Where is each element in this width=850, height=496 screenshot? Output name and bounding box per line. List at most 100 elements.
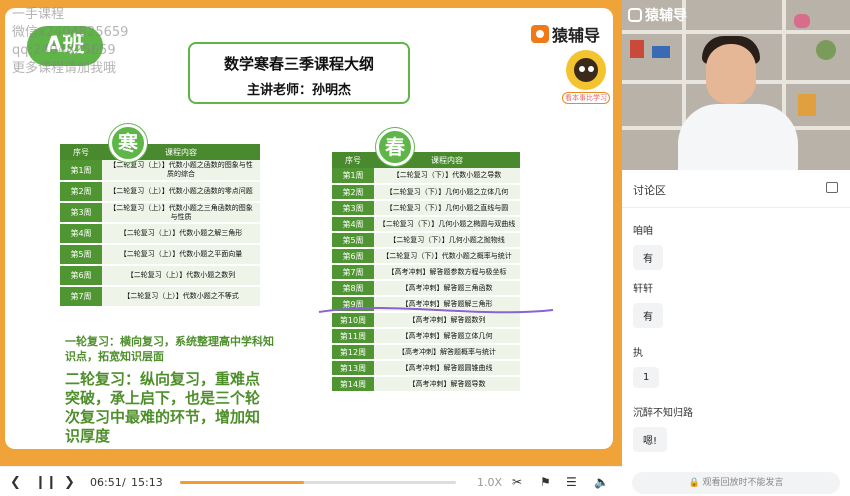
chat-username: 沉醉不知归路 [633,408,693,419]
table-row: 第8周 【高考冲刺】解答题三角函数 [332,280,520,297]
content-cell: 【二轮复习（上）】代数小题之平面向量 [102,244,260,266]
week-cell: 第5周 [60,244,102,266]
table-row: 第12周 【高考冲刺】解答题概率与统计 [332,344,520,361]
content-cell: 【二轮复习（上）】代数小题之函数的零点问题 [102,181,260,203]
table-row: 第4周 【二轮复习（上）】代数小题之解三角形 [60,223,260,245]
week-cell: 第8周 [332,280,374,297]
spring-label: 春 [376,128,414,166]
content-cell: 【二轮复习（下）】几何小题之抛物线 [374,232,520,249]
chat-message: 轩轩 有 [633,280,663,328]
week-cell: 第3周 [332,200,374,217]
flag-icon[interactable]: ⚑ [540,475,551,489]
chat-message: 执 1 [633,344,660,388]
chat-text: 1 [633,367,660,388]
watermark: 一手课程 微信x2404825659 qq:2404825659 更多课程请加我… [12,7,129,76]
table-row: 第1周 【二轮复习（下）】代数小题之导数 [332,168,520,185]
chat-text: 有 [633,303,663,328]
chat-text: 嗯! [633,427,668,452]
chat-username: 执 [633,348,643,359]
column-header-index: 序号 [60,144,102,160]
table-row: 第4周 【二轮复习（下）】几何小题之椭圆与双曲线 [332,216,520,233]
progress-fill [180,481,305,484]
slide-subtitle: 主讲老师：孙明杰 [246,83,351,98]
content-cell: 【二轮复习（上）】代数小题之解三角形 [102,223,260,245]
week-cell: 第12周 [332,344,374,361]
mascot-tag: 看本事比学习 [562,92,610,104]
previous-icon[interactable]: ❮ [10,475,21,490]
brand-name: 猿辅导 [552,26,601,45]
time-separator: / [122,476,126,489]
winter-label: 寒 [109,124,147,162]
table-row: 第5周 【二轮复习（下）】几何小题之抛物线 [332,232,520,249]
content-cell: 【高考冲刺】解答题圆锥曲线 [374,360,520,377]
bookmark-icon[interactable]: ☰ [566,475,577,489]
table-row: 第3周 【二轮复习（上）】代数小题之三角函数的图象与性质 [60,202,260,224]
week-cell: 第7周 [60,286,102,308]
chat-message: 咱咱 有 [633,222,663,270]
week-cell: 第3周 [60,202,102,224]
content-cell: 【二轮复习（上）】代数小题之不等式 [102,286,260,308]
week-cell: 第11周 [332,328,374,345]
table-row: 第2周 【二轮复习（上）】代数小题之函数的零点问题 [60,181,260,203]
chat-username: 咱咱 [633,226,653,237]
content-cell: 【二轮复习（下）】代数小题之导数 [374,168,520,185]
content-cell: 【高考冲刺】解答题参数方程与极坐标 [374,264,520,281]
table-row: 第5周 【二轮复习（上）】代数小题之平面向量 [60,244,260,266]
discussion-header: 讨论区 [622,170,850,208]
teacher-video: 猿辅导 [622,0,850,170]
lock-icon: 🔒 [688,478,700,488]
discussion-title: 讨论区 [633,184,666,197]
table-row: 第14周 【高考冲刺】解答题导数 [332,376,520,393]
week-cell: 第4周 [332,216,374,233]
content-cell: 【二轮复习（上）】代数小题之三角函数的图象与性质 [102,202,260,224]
table-row: 第6周 【二轮复习（下）】代数小题之概率与统计 [332,248,520,265]
spring-course-table: 序号 课程内容 第1周 【二轮复习（下）】代数小题之导数 第2周 【二轮复习（下）】几… [332,152,520,393]
scissors-icon[interactable]: ✂ [512,475,522,489]
week-cell: 第5周 [332,232,374,249]
video-logo: 猿辅导 [628,5,687,25]
content-cell: 【高考冲刺】解答题概率与统计 [374,344,520,361]
content-cell: 【高考冲刺】解答题导数 [374,376,520,393]
week-cell: 第13周 [332,360,374,377]
table-row: 第13周 【高考冲刺】解答题圆锥曲线 [332,360,520,377]
current-time: 06:51 [90,476,122,489]
volume-icon[interactable]: 🔈 [594,475,609,489]
pause-button[interactable]: ❙❙ [35,475,57,490]
brand-icon [531,25,549,43]
progress-bar[interactable] [180,481,456,484]
table-row: 第7周 【二轮复习（上）】代数小题之不等式 [60,286,260,308]
chat-text: 有 [633,245,663,270]
week-cell: 第4周 [60,223,102,245]
content-cell: 【高考冲刺】解答题三角函数 [374,280,520,297]
table-row: 第7周 【高考冲刺】解答题参数方程与极坐标 [332,264,520,281]
content-cell: 【二轮复习（上）】代数小题之数列 [102,265,260,287]
week-cell: 第7周 [332,264,374,281]
discussion-panel: 讨论区 咱咱 有 轩轩 有 执 1 沉醉不知归路 嗯! 🔒 观看回放时不能发言 [622,170,850,496]
column-header-index: 序号 [332,152,374,168]
video-logo-icon [628,8,642,22]
winter-course-table: 序号 课程内容 第1周 【二轮复习（上）】代数小题之函数的图象与性质的综合 第2周【… [60,144,260,308]
table-row: 第2周 【二轮复习（下）】几何小题之立体几何 [332,184,520,201]
slide-title: 数学寒春三季课程大纲 [223,55,374,73]
chat-username: 轩轩 [633,284,653,295]
chat-message: 沉醉不知归路 嗯! [633,404,693,452]
playback-speed[interactable]: 1.0X [477,476,502,489]
chat-settings-icon[interactable] [826,182,838,193]
content-cell: 【二轮复习（下）】几何小题之立体几何 [374,184,520,201]
week-cell: 第6周 [60,265,102,287]
week-cell: 第1周 [60,160,102,182]
next-icon[interactable]: ❯ [64,475,75,490]
week-cell: 第14周 [332,376,374,393]
ink-annotation [318,307,554,314]
week-cell: 第1周 [332,168,374,185]
review-note-second: 二轮复习：纵向复习，重难点突破，承上启下，也是三个轮次复习中最难的环节，增加知识… [65,370,261,445]
week-cell: 第2周 [332,184,374,201]
slide-title-box: 数学寒春三季课程大纲 主讲老师：孙明杰 [188,42,410,104]
content-cell: 【二轮复习（上）】代数小题之函数的图象与性质的综合 [102,160,260,182]
table-row: 第1周 【二轮复习（上）】代数小题之函数的图象与性质的综合 [60,160,260,182]
table-row: 第11周 【高考冲刺】解答题立体几何 [332,328,520,345]
player-controls: ❮ ❙❙ ❯ 06:51 / 15:13 1.0X ✂ ⚑ ☰ 🔈 [0,466,622,496]
content-cell: 【高考冲刺】解答题立体几何 [374,328,520,345]
content-cell: 【二轮复习（下）】几何小题之直线与圆 [374,200,520,217]
content-cell: 【二轮复习（下）】几何小题之椭圆与双曲线 [374,216,520,233]
